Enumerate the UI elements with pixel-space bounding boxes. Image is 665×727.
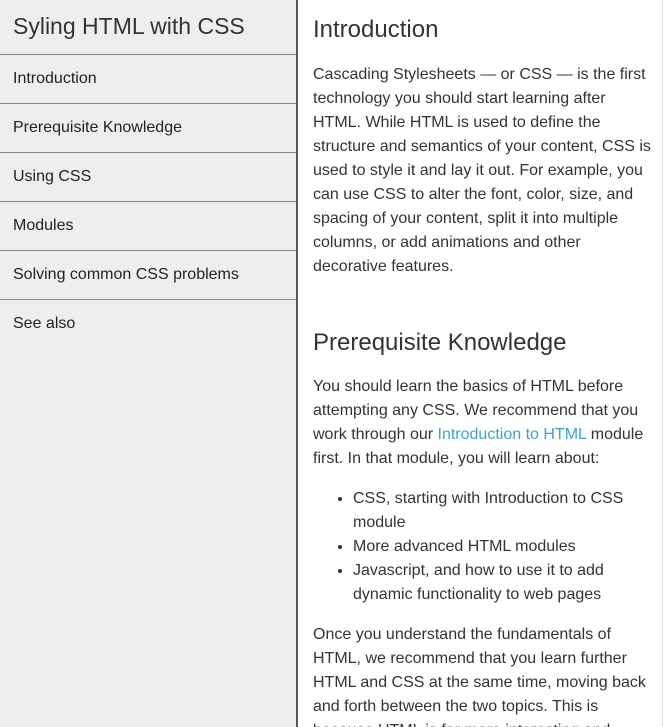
main-content: Introduction Cascading Stylesheets — or … [313, 0, 653, 727]
sidebar-item-introduction[interactable]: Introduction [0, 55, 296, 104]
sidebar-item-prerequisite-knowledge[interactable]: Prerequisite Knowledge [0, 104, 296, 153]
content-edge-line [662, 0, 663, 727]
prereq-paragraph: You should learn the basics of HTML befo… [313, 375, 653, 471]
list-item: Javascript, and how to use it to add dyn… [353, 559, 653, 607]
sidebar: Syling HTML with CSS Introduction Prereq… [0, 0, 298, 727]
sidebar-item-solving-common-css-problems[interactable]: Solving common CSS problems [0, 251, 296, 300]
page: Syling HTML with CSS Introduction Prereq… [0, 0, 665, 727]
list-item: More advanced HTML modules [353, 535, 653, 559]
prereq-heading: Prerequisite Knowledge [313, 329, 567, 356]
intro-paragraph: Cascading Stylesheets — or CSS — is the … [313, 66, 651, 275]
sidebar-item-modules[interactable]: Modules [0, 202, 296, 251]
sidebar-title: Syling HTML with CSS [0, 0, 296, 55]
intro-heading: Introduction [313, 16, 439, 43]
prereq-bullet-list: CSS, starting with Introduction to CSS m… [313, 487, 653, 607]
sidebar-item-see-also[interactable]: See also [0, 300, 296, 349]
list-item: CSS, starting with Introduction to CSS m… [353, 487, 653, 535]
sidebar-item-using-css[interactable]: Using CSS [0, 153, 296, 202]
sidebar-nav: Introduction Prerequisite Knowledge Usin… [0, 55, 296, 349]
introduction-to-html-link[interactable]: Introduction to HTML [438, 426, 587, 443]
prereq-paragraph-2: Once you understand the fundamentals of … [313, 626, 646, 727]
